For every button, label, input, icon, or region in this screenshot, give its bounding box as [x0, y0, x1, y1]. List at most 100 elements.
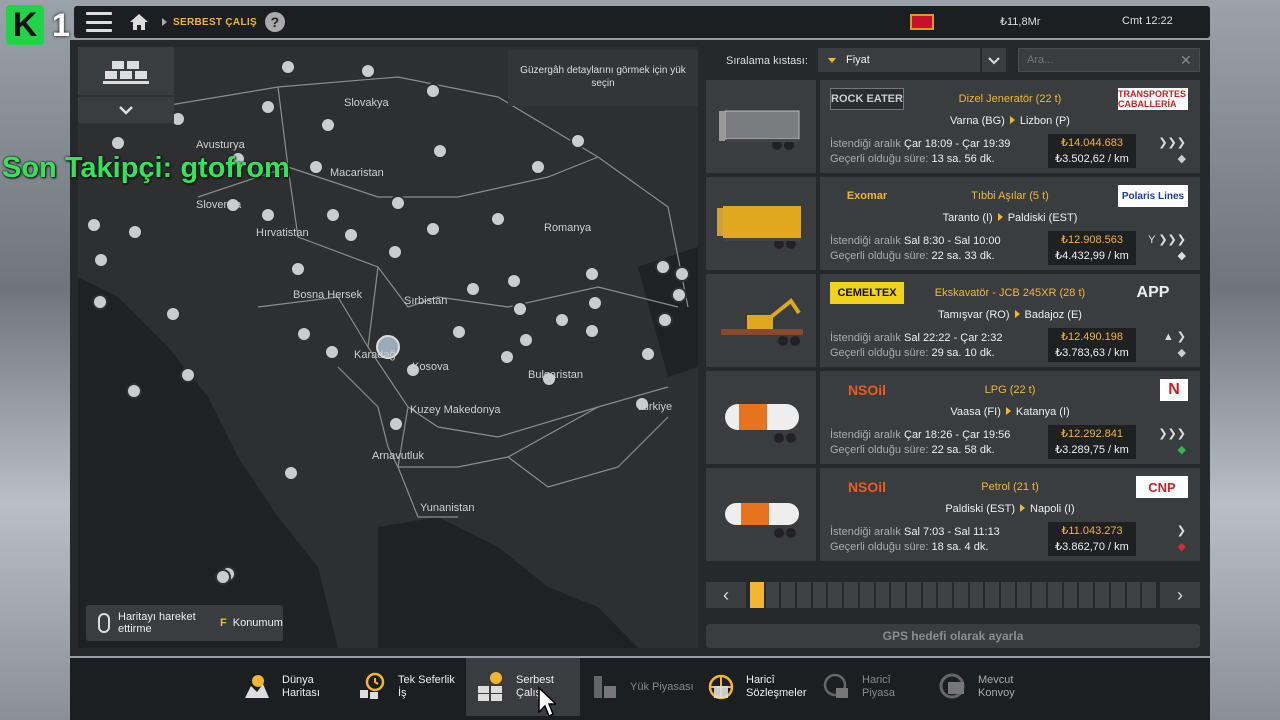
delivery-window: İstendiği aralık Sal 7:03 - Sal 11:13: [830, 526, 1000, 538]
delivery-window-label: İstendiği aralık: [830, 332, 901, 344]
tab-quick-job[interactable]: Tek Seferlik İş: [358, 658, 466, 716]
page-indicator[interactable]: [1063, 582, 1078, 608]
excavator-trailer-icon: [721, 297, 803, 346]
tab-label: Yük Piyasası: [630, 680, 694, 693]
tab-external-market[interactable]: Haricî Piyasa: [822, 658, 932, 716]
page-indicator[interactable]: [1095, 582, 1109, 608]
delivery-window-value: Sal 8:30 - Sal 10:00: [904, 235, 1001, 247]
chevron-down-icon: [119, 106, 133, 115]
tab-freight-market[interactable]: Serbest Çalış: [466, 658, 580, 716]
page-indicator[interactable]: [969, 582, 984, 608]
validity: Geçerli olduğu süre: 13 sa. 56 dk.: [830, 153, 995, 165]
page-indicator[interactable]: [828, 582, 843, 608]
route: Varna (BG) Lizbon (P): [820, 115, 1200, 127]
sort-select[interactable]: Fiyat: [818, 48, 980, 72]
map-label-bulgaria: Bulgaristan: [528, 369, 584, 381]
page-indicator[interactable]: [797, 582, 811, 608]
page-indicator[interactable]: [1142, 582, 1156, 608]
cargo-pallet-icon: [103, 61, 149, 84]
search-input[interactable]: [1018, 48, 1200, 72]
job-item-3[interactable]: CEMELTEX Ekskavatör - JCB 245XR (28 t) A…: [706, 274, 1200, 367]
map-layer-button[interactable]: [78, 47, 174, 95]
page-indicator[interactable]: [922, 582, 937, 608]
tab-label: Tek Seferlik İş: [398, 674, 455, 699]
quick-job-icon: [360, 672, 385, 699]
tab-label: Dünya Haritası: [282, 674, 320, 699]
page-indicator[interactable]: [781, 582, 796, 608]
page-indicator[interactable]: [906, 582, 921, 608]
map-label-slovenia: Slovenya: [196, 199, 242, 211]
map-view[interactable]: Slovakya Avusturya Macaristan Slovenya H…: [78, 47, 698, 648]
job-item-4[interactable]: NSOil LPG (22 t) N Vaasa (FI) Katanya (I)…: [706, 371, 1200, 464]
sort-label: Sıralama kıstası:: [726, 55, 808, 67]
page-indicator[interactable]: [1126, 582, 1141, 608]
menu-icon[interactable]: [86, 12, 112, 32]
route: Tamışvar (RO) Badajoz (E): [820, 309, 1200, 321]
route: Taranto (I) Paldiski (EST): [820, 212, 1200, 224]
job-price: ₺12.292.841: [1060, 428, 1124, 440]
sort-bar: Sıralama kıstası: Fiyat ✕: [706, 47, 1202, 75]
sort-value: Fiyat: [846, 54, 870, 66]
external-market-icon: [823, 673, 848, 698]
delivery-window: İstendiği aralık Çar 18:26 - Çar 19:56: [830, 429, 1010, 441]
clear-search-icon[interactable]: ✕: [1180, 52, 1192, 69]
page-indicator[interactable]: [985, 582, 999, 608]
page-indicator[interactable]: [891, 582, 905, 608]
help-icon[interactable]: ?: [264, 12, 285, 32]
page-indicator[interactable]: [875, 582, 890, 608]
delivery-window-label: İstendiği aralık: [830, 429, 901, 441]
urgency-icon: ❯❯❯: [1158, 428, 1186, 440]
sort-dropdown-button[interactable]: [982, 48, 1006, 72]
destination-company-logo: TRANSPORTES CABALLERÍA: [1118, 88, 1188, 110]
page-indicator[interactable]: [1001, 582, 1015, 608]
trailer-thumbnail: [706, 371, 816, 464]
page-indicator[interactable]: [1048, 582, 1062, 608]
page-indicator[interactable]: [1032, 582, 1047, 608]
delivery-window-value: Sal 22:22 - Çar 2:32: [904, 332, 1003, 344]
page-indicator[interactable]: [765, 582, 780, 608]
page-indicator[interactable]: [844, 582, 858, 608]
external-contracts-icon: [708, 674, 734, 700]
map-label-hungary: Macaristan: [330, 167, 384, 179]
validity-label: Geçerli olduğu süre:: [830, 347, 929, 359]
page-indicator[interactable]: [938, 582, 952, 608]
cargo-type-icon: ◆: [1177, 347, 1186, 359]
cargo-type-icon: ◆: [1177, 250, 1186, 262]
curtain-trailer-icon: [719, 110, 800, 150]
page-indicator[interactable]: [859, 582, 874, 608]
route-arrow-icon: [1009, 116, 1015, 124]
tab-current-convoy[interactable]: Mevcut Konvoy: [938, 658, 1048, 716]
page-indicator[interactable]: [750, 582, 764, 608]
job-item-5[interactable]: NSOil Petrol (21 t) CNP Paldiski (EST) Na…: [706, 468, 1200, 561]
breadcrumb: SERBEST ÇALIŞ: [173, 16, 257, 28]
map-label-austria: Avusturya: [196, 139, 245, 151]
price-box: ₺11.043.273 ₺3.862,70 / km: [1048, 522, 1136, 556]
validity-label: Geçerli olduğu süre:: [830, 250, 929, 262]
route-to: Paldiski (EST): [1007, 212, 1078, 224]
page-indicator[interactable]: [812, 582, 827, 608]
page-indicator[interactable]: [1016, 582, 1031, 608]
set-gps-button[interactable]: GPS hedefi olarak ayarla: [706, 624, 1200, 648]
tab-world-map[interactable]: Dünya Haritası: [242, 658, 358, 716]
map-label-romania: Romanya: [544, 222, 592, 234]
route: Vaasa (FI) Katanya (I): [820, 406, 1200, 418]
page-indicator[interactable]: [953, 582, 968, 608]
page-indicator[interactable]: [1110, 582, 1125, 608]
destination-company-logo: APP: [1136, 284, 1170, 301]
destination-company-logo: N: [1160, 379, 1188, 401]
route-arrow-icon: [1005, 407, 1011, 415]
map-label-bosnia: Bosna Hersek: [293, 289, 363, 301]
job-price: ₺14.044.683: [1060, 137, 1124, 149]
map-layer-toggle[interactable]: [78, 97, 174, 123]
delivery-window-label: İstendiği aralık: [830, 138, 901, 150]
next-page-button[interactable]: ›: [1160, 582, 1200, 608]
map-tooltip: Güzergâh detaylarını görmek için yük seç…: [508, 50, 698, 106]
tab-cargo-market[interactable]: Yük Piyasası: [590, 658, 702, 716]
job-item-2[interactable]: Exomar Tıbbi Aşılar (5 t) Polaris Lines …: [706, 177, 1200, 270]
home-icon[interactable]: [128, 12, 150, 32]
page-indicator[interactable]: [1079, 582, 1094, 608]
cargo-name: LPG (22 t): [984, 384, 1036, 396]
job-item-1[interactable]: ROCK EATER Dizel Jeneratör (22 t) TRANSP…: [706, 80, 1200, 173]
tab-external-contracts[interactable]: Haricî Sözleşmeler: [706, 658, 816, 716]
prev-page-button[interactable]: ‹: [706, 582, 746, 608]
